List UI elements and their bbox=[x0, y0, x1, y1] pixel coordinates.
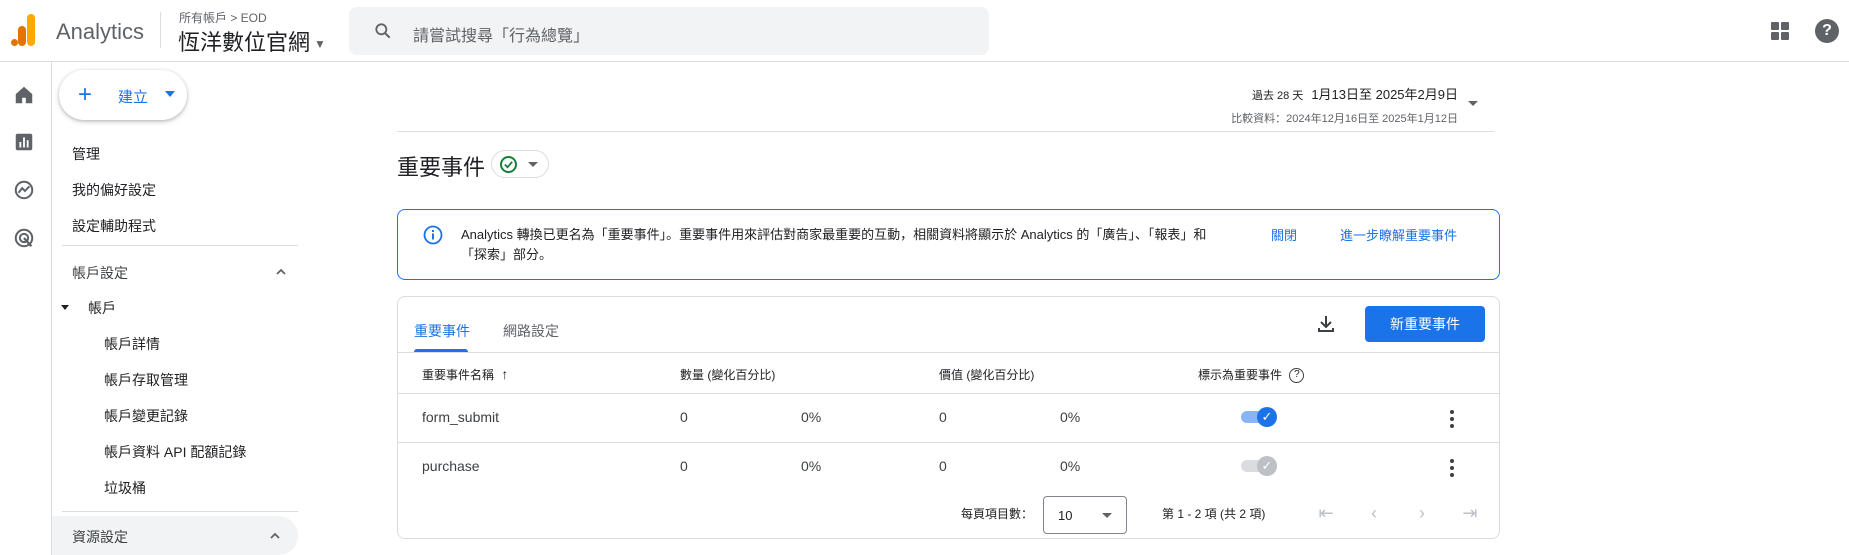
date-range-prefix: 過去 28 天 bbox=[1251, 90, 1304, 102]
chevron-down-icon[interactable] bbox=[1468, 101, 1478, 106]
banner-message: Analytics 轉換已更名為「重要事件」。重要事件用來評估對商家最重要的互動… bbox=[461, 227, 1207, 262]
nav-item-setup-assistant[interactable]: 設定輔助程式 bbox=[72, 216, 156, 236]
check-circle-icon bbox=[500, 156, 517, 173]
divider bbox=[398, 393, 1499, 394]
event-name: purchase bbox=[422, 458, 480, 474]
top-app-bar: Analytics 所有帳戶 > EOD 恆洋數位官網 ▼ 請嘗試搜尋「行為總覽」… bbox=[0, 0, 1849, 62]
column-header-count[interactable]: 數量 (變化百分比) bbox=[680, 366, 775, 383]
value-value: 0 bbox=[939, 409, 947, 425]
app-title: Analytics bbox=[56, 19, 145, 44]
value-change: 0% bbox=[1060, 458, 1081, 474]
download-icon[interactable] bbox=[1316, 314, 1336, 334]
tab-network-settings[interactable]: 網路設定 bbox=[503, 321, 559, 341]
property-picker[interactable]: 恆洋數位官網 ▼ bbox=[178, 25, 326, 57]
status-chip[interactable] bbox=[491, 150, 549, 178]
help-icon[interactable]: ? bbox=[1815, 19, 1839, 43]
explore-icon[interactable] bbox=[13, 179, 35, 201]
more-vert-icon[interactable] bbox=[1449, 410, 1455, 428]
key-event-toggle[interactable]: ✓ bbox=[1241, 456, 1277, 476]
checkmark-icon: ✓ bbox=[1257, 456, 1277, 476]
chevron-down-icon bbox=[1102, 513, 1112, 518]
count-change: 0% bbox=[801, 458, 822, 474]
more-vert-icon[interactable] bbox=[1449, 459, 1455, 477]
divider bbox=[160, 12, 161, 48]
chevron-up-icon bbox=[270, 532, 280, 539]
chevron-up-icon[interactable] bbox=[276, 267, 286, 277]
chevron-down-icon bbox=[528, 162, 538, 167]
property-name: 恆洋數位官網 bbox=[178, 30, 311, 55]
nav-section-account-settings[interactable]: 帳戶設定 bbox=[72, 263, 128, 283]
create-button[interactable]: + 建立 bbox=[59, 70, 187, 120]
chevron-down-icon bbox=[165, 91, 175, 97]
account-breadcrumb[interactable]: 所有帳戶 > EOD bbox=[179, 9, 267, 26]
event-name: form_submit bbox=[422, 409, 500, 425]
nav-item-preferences[interactable]: 我的偏好設定 bbox=[72, 180, 156, 200]
rows-per-page-value: 10 bbox=[1058, 508, 1073, 523]
divider bbox=[398, 442, 1499, 443]
create-button-label: 建立 bbox=[118, 89, 149, 106]
rows-per-page-select[interactable]: 10 bbox=[1043, 496, 1127, 534]
nav-item-account[interactable]: 帳戶 bbox=[88, 298, 116, 318]
nav-item-account-details[interactable]: 帳戶詳情 bbox=[104, 334, 160, 354]
analytics-logo-icon[interactable] bbox=[11, 14, 37, 48]
search-placeholder: 請嘗試搜尋「行為總覽」 bbox=[413, 28, 590, 45]
caret-down-icon[interactable] bbox=[61, 303, 69, 311]
banner-close-button[interactable]: 關閉 bbox=[1271, 225, 1297, 244]
column-header-mark-as-key-event: 標示為重要事件 ? bbox=[1198, 366, 1305, 384]
nav-section-property-settings[interactable]: 資源設定 bbox=[52, 516, 298, 555]
date-range-value: 1月13日至 2025年2月9日 bbox=[1311, 87, 1458, 102]
nav-item-account-access[interactable]: 帳戶存取管理 bbox=[104, 370, 188, 390]
learn-more-link[interactable]: 進一步瞭解重要事件 bbox=[1340, 225, 1457, 244]
divider bbox=[62, 245, 298, 246]
info-icon bbox=[423, 225, 443, 245]
home-icon[interactable] bbox=[13, 84, 35, 106]
nav-item-api-quota-history[interactable]: 帳戶資料 API 配額記錄 bbox=[104, 442, 246, 462]
sort-arrow-up-icon[interactable]: ↑ bbox=[501, 366, 508, 382]
help-icon[interactable]: ? bbox=[1289, 368, 1305, 384]
pagination-range: 第 1 - 2 項 (共 2 項) bbox=[1162, 507, 1266, 521]
prev-page-icon[interactable]: ‹ bbox=[1364, 503, 1384, 523]
nav-section-label: 資源設定 bbox=[72, 529, 128, 545]
count-value: 0 bbox=[680, 458, 688, 474]
column-header-value[interactable]: 價值 (變化百分比) bbox=[939, 366, 1034, 383]
search-bar[interactable]: 請嘗試搜尋「行為總覽」 bbox=[349, 7, 989, 55]
navigation-rail bbox=[0, 62, 52, 555]
divider bbox=[397, 131, 1494, 132]
count-value: 0 bbox=[680, 409, 688, 425]
tab-key-events[interactable]: 重要事件 bbox=[414, 321, 470, 341]
value-value: 0 bbox=[939, 458, 947, 474]
date-range-picker[interactable]: 過去 28 天 1月13日至 2025年2月9日 比較資料：2024年12月16日… bbox=[1198, 84, 1458, 126]
nav-item-account-change-history[interactable]: 帳戶變更記錄 bbox=[104, 406, 188, 426]
chevron-down-icon: ▼ bbox=[314, 37, 326, 52]
count-change: 0% bbox=[801, 409, 822, 425]
first-page-icon[interactable]: ⇤ bbox=[1316, 503, 1336, 523]
admin-side-nav: + 建立 管理 我的偏好設定 設定輔助程式 帳戶設定 帳戶 帳戶詳情 帳戶存取管… bbox=[52, 62, 302, 555]
checkmark-icon: ✓ bbox=[1257, 407, 1277, 427]
search-icon bbox=[375, 23, 391, 39]
last-page-icon[interactable]: ⇥ bbox=[1460, 503, 1480, 523]
page-title: 重要事件 bbox=[397, 155, 486, 180]
nav-item-trash[interactable]: 垃圾桶 bbox=[104, 478, 146, 498]
key-events-card: 重要事件 網路設定 新重要事件 重要事件名稱 ↑ 數量 (變化百分比) 價值 (… bbox=[397, 296, 1500, 539]
reports-icon[interactable] bbox=[13, 131, 35, 153]
next-page-icon[interactable]: › bbox=[1412, 503, 1432, 523]
value-change: 0% bbox=[1060, 409, 1081, 425]
divider bbox=[398, 352, 1499, 353]
apps-grid-icon[interactable] bbox=[1771, 22, 1789, 40]
column-header-event-name[interactable]: 重要事件名稱 ↑ bbox=[422, 366, 508, 383]
divider bbox=[62, 511, 298, 512]
key-event-toggle[interactable]: ✓ bbox=[1241, 407, 1277, 427]
plus-icon: + bbox=[78, 81, 93, 108]
advertising-icon[interactable] bbox=[13, 227, 35, 249]
compare-range: 比較資料：2024年12月16日至 2025年1月12日 bbox=[1231, 113, 1458, 125]
nav-item-admin[interactable]: 管理 bbox=[72, 144, 100, 164]
new-key-event-button[interactable]: 新重要事件 bbox=[1365, 306, 1485, 342]
rows-per-page-label: 每頁項目數： bbox=[961, 507, 1034, 521]
rename-info-banner: Analytics 轉換已更名為「重要事件」。重要事件用來評估對商家最重要的互動… bbox=[397, 209, 1500, 280]
